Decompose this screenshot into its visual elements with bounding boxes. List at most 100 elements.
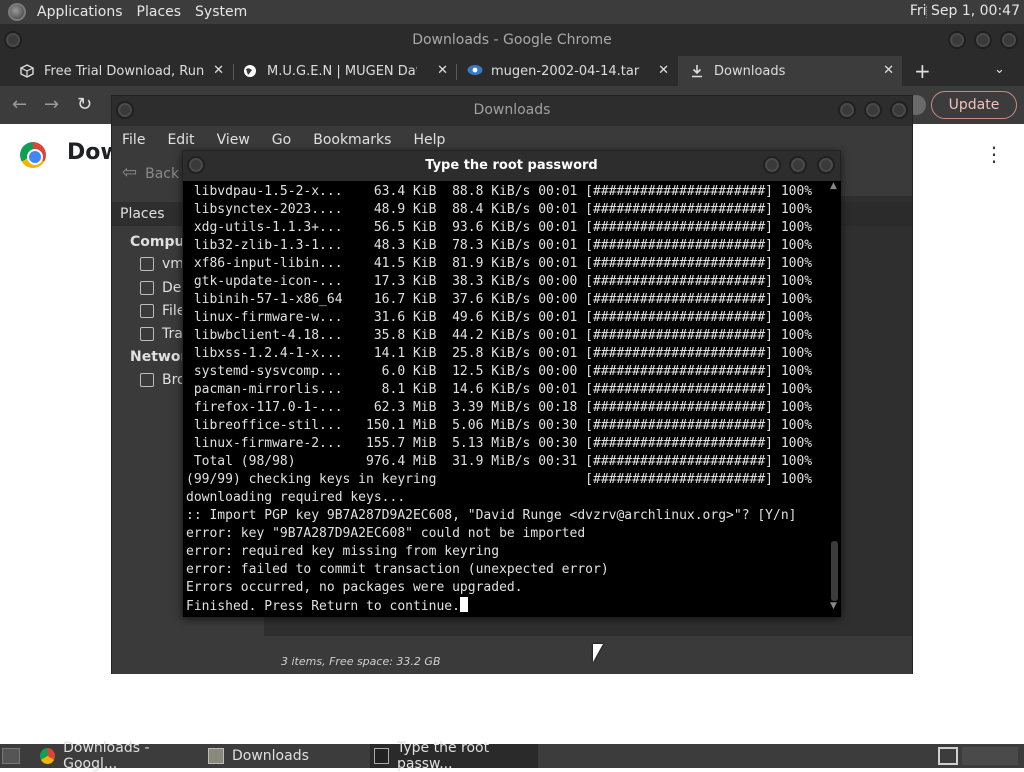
terminal-line: linux-firmware-2... 155.7 MiB 5.13 MiB/s…	[186, 436, 813, 451]
panel-clock[interactable]: Fri Sep 1, 00:47	[910, 3, 1020, 19]
status-text: 3 items, Free space: 33.2 GB	[281, 655, 441, 668]
terminal-titlebar[interactable]: Type the root password	[183, 151, 840, 181]
tab-close-icon[interactable]: ✕	[437, 63, 448, 78]
file-manager-title: Downloads	[473, 102, 551, 118]
terminal-output[interactable]: libvdpau-1.5-2-x... 63.4 KiB 88.8 KiB/s …	[183, 181, 828, 617]
terminal-line: :: Import PGP key 9B7A287D9A2EC608, "Dav…	[186, 508, 797, 523]
text-cursor	[459, 597, 468, 612]
tab-close-icon[interactable]: ✕	[883, 63, 894, 78]
task-file-manager[interactable]: Downloads	[204, 744, 368, 768]
tab-close-icon[interactable]: ✕	[213, 63, 224, 78]
sidebar-item-filesystem[interactable]: File	[140, 303, 185, 319]
drive-icon	[140, 304, 154, 318]
scrollbar-thumb[interactable]	[831, 541, 838, 601]
more-menu-icon[interactable]: ⋮	[984, 142, 1004, 166]
download-icon	[690, 64, 704, 78]
network-icon	[140, 373, 154, 387]
terminal-line: libxss-1.2.4-1-x... 14.1 KiB 25.8 KiB/s …	[186, 346, 813, 361]
close-button[interactable]	[817, 156, 835, 174]
menu-go[interactable]: Go	[272, 132, 291, 148]
sidebar-item-home[interactable]: vm	[140, 256, 184, 272]
window-menu-button[interactable]	[116, 101, 134, 119]
menu-help[interactable]: Help	[413, 132, 445, 148]
back-arrow-icon[interactable]: ←	[12, 94, 27, 115]
sidebar-item-label: vm	[162, 256, 184, 272]
terminal-prompt-line: Finished. Press Return to continue.	[186, 597, 468, 615]
chrome-titlebar[interactable]: Downloads - Google Chrome	[0, 24, 1024, 56]
terminal-line: Errors occurred, no packages were upgrad…	[186, 580, 523, 595]
terminal-line: pacman-mirrorlis... 8.1 KiB 14.6 KiB/s 0…	[186, 382, 813, 397]
terminal-line: error: failed to commit transaction (une…	[186, 562, 609, 577]
terminal-line: systemd-sysvcomp... 6.0 KiB 12.5 KiB/s 0…	[186, 364, 813, 379]
task-label: Type the root passw...	[396, 740, 490, 772]
places-menu[interactable]: Places	[130, 4, 189, 20]
show-desktop-icon[interactable]	[2, 748, 20, 764]
back-label: Back	[145, 166, 180, 182]
tab-mugen-database[interactable]: M.U.G.E.N | MUGEN Databa ✕	[234, 56, 456, 86]
home-icon	[140, 257, 154, 271]
close-button[interactable]	[890, 101, 908, 119]
tab-label: M.U.G.E.N | MUGEN Databa	[267, 63, 417, 79]
minimize-button[interactable]	[763, 156, 781, 174]
terminal-line: downloading required keys...	[186, 490, 406, 505]
terminal-line: libvdpau-1.5-2-x... 63.4 KiB 88.8 KiB/s …	[186, 184, 813, 199]
file-manager-titlebar[interactable]: Downloads	[112, 96, 912, 126]
menu-edit[interactable]: Edit	[167, 132, 194, 148]
task-label: Downloads - Googl...	[63, 740, 150, 772]
task-terminal[interactable]: Type the root passw...	[370, 740, 538, 772]
sidebar-item-trash[interactable]: Tra	[140, 326, 183, 342]
tab-downloads[interactable]: Downloads ✕	[678, 56, 902, 86]
workspace-switcher-1[interactable]	[938, 747, 958, 765]
new-tab-button[interactable]: +	[914, 59, 931, 83]
scroll-up-icon[interactable]: ▲	[830, 181, 837, 191]
tab-close-icon[interactable]: ✕	[658, 63, 669, 78]
eye-icon	[467, 64, 483, 78]
tab-free-trial[interactable]: Free Trial Download, Run W ✕	[0, 56, 232, 86]
terminal-title: Type the root password	[425, 158, 598, 173]
task-label: Downloads	[232, 748, 309, 764]
terminal-scrollbar[interactable]: ▲ ▼	[828, 181, 841, 617]
scroll-down-icon[interactable]: ▼	[830, 601, 837, 611]
forward-arrow-icon[interactable]: →	[44, 94, 59, 115]
applications-menu[interactable]: Applications	[30, 4, 130, 20]
maximize-button[interactable]	[864, 101, 882, 119]
window-menu-button[interactable]	[4, 31, 22, 49]
reload-icon[interactable]: ↻	[77, 94, 92, 115]
maximize-button[interactable]	[974, 31, 992, 49]
terminal-line: xf86-input-libin... 41.5 KiB 81.9 KiB/s …	[186, 256, 813, 271]
close-button[interactable]	[1000, 31, 1018, 49]
window-menu-button[interactable]	[187, 156, 205, 174]
system-menu[interactable]: System	[188, 4, 254, 20]
back-arrow-icon: ⇦	[122, 162, 138, 183]
menu-bookmarks[interactable]: Bookmarks	[313, 132, 391, 148]
box-icon	[20, 64, 34, 78]
sidebar-item-browse-network[interactable]: Bro	[140, 372, 186, 388]
update-button[interactable]: Update	[931, 91, 1017, 119]
tab-search-button[interactable]: ⌄	[994, 62, 1005, 77]
minimize-button[interactable]	[948, 31, 966, 49]
back-button[interactable]: ⇦ Back	[122, 162, 179, 183]
top-panel: Applications Places System Fri Sep 1, 00…	[0, 0, 1024, 24]
status-bar: 3 items, Free space: 33.2 GB	[112, 646, 912, 674]
task-chrome-downloads[interactable]: Downloads - Googl...	[36, 740, 200, 772]
menu-logo-icon[interactable]	[8, 3, 26, 21]
terminal-line: error: key "9B7A287D9A2EC608" could not …	[186, 526, 586, 541]
tab-mugen-tar[interactable]: mugen-2002-04-14.tar ✕	[457, 56, 677, 86]
terminal-line: libsynctex-2023.... 48.9 KiB 88.4 KiB/s …	[186, 202, 813, 217]
terminal-line: (99/99) checking keys in keyring [######…	[186, 472, 813, 487]
maximize-button[interactable]	[789, 156, 807, 174]
tab-label: mugen-2002-04-14.tar	[491, 63, 640, 79]
minimize-button[interactable]	[838, 101, 856, 119]
mouse-pointer-icon	[593, 644, 603, 662]
workspace-switcher-2[interactable]	[962, 747, 1018, 765]
terminal-line: lib32-zlib-1.3-1... 48.3 KiB 78.3 KiB/s …	[186, 238, 813, 253]
tab-label: Free Trial Download, Run W	[44, 63, 204, 79]
terminal-line: error: required key missing from keyring	[186, 544, 500, 559]
terminal-line: firefox-117.0-1-... 62.3 MiB 3.39 MiB/s …	[186, 400, 813, 415]
sidebar-item-label: Tra	[162, 326, 183, 342]
menu-file[interactable]: File	[122, 132, 145, 148]
chrome-window-title: Downloads - Google Chrome	[412, 32, 612, 48]
terminal-icon	[374, 748, 389, 764]
taskbar: Downloads - Googl... Downloads Type the …	[0, 740, 1024, 772]
menu-view[interactable]: View	[217, 132, 250, 148]
